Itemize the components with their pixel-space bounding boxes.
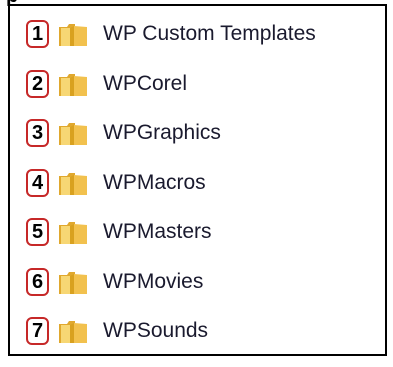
folder-icon (58, 23, 88, 47)
folder-item-wpgraphics[interactable]: 3 WPGraphics (10, 119, 385, 169)
folder-name: WP Custom Templates (103, 22, 316, 45)
folder-name: WPGraphics (103, 121, 221, 144)
folder-icon (58, 271, 88, 295)
folder-icon (58, 73, 88, 97)
folder-name: WPMasters (103, 220, 212, 243)
folder-list-panel: 1 WP Custom Templates 2 WPCorel 3 WPGrap… (8, 4, 387, 356)
folder-name: WPSounds (103, 319, 209, 342)
number-badge: 6 (26, 267, 49, 296)
folder-item-wpmovies[interactable]: 6 WPMovies (10, 267, 385, 318)
folder-item-wp-custom-templates[interactable]: 1 WP Custom Templates (10, 20, 385, 70)
folder-item-wpcorel[interactable]: 2 WPCorel (10, 69, 385, 120)
folder-icon (58, 172, 88, 196)
folder-icon (58, 320, 88, 344)
folder-icon (58, 221, 88, 245)
folder-name: WPMovies (103, 269, 204, 293)
number-badge: 7 (26, 317, 49, 345)
number-badge: 4 (26, 168, 49, 197)
folder-item-wpmasters[interactable]: 5 WPMasters (10, 218, 385, 268)
folder-icon (58, 122, 88, 146)
folder-name: WPMacros (103, 170, 206, 194)
folder-item-wpsounds[interactable]: 7 WPSounds (10, 317, 385, 367)
number-badge: 1 (26, 20, 49, 48)
folder-name: WPCorel (103, 71, 188, 95)
number-badge: 2 (26, 69, 49, 98)
number-badge: 3 (26, 119, 49, 147)
number-badge: 5 (26, 218, 49, 246)
folder-list: 1 WP Custom Templates 2 WPCorel 3 WPGrap… (10, 20, 385, 367)
folder-item-wpmacros[interactable]: 4 WPMacros (10, 168, 385, 219)
